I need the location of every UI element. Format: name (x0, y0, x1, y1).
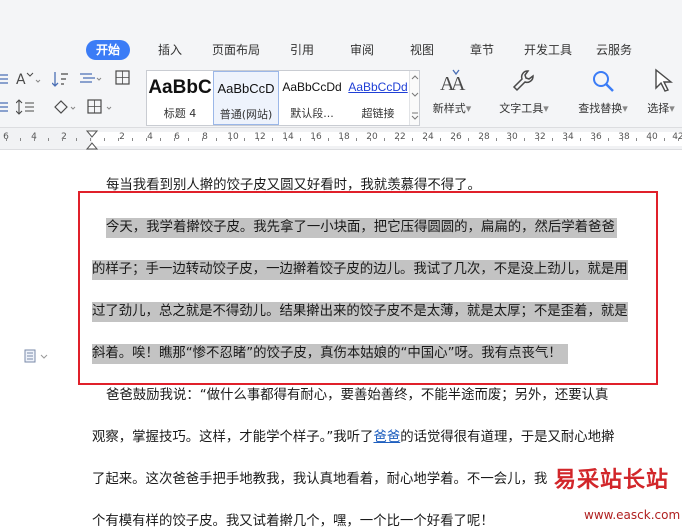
ruler-tick (146, 138, 147, 141)
svg-text:A: A (451, 73, 466, 94)
sort-icon[interactable] (52, 70, 70, 88)
ruler-tick (272, 138, 273, 141)
line-spacing-icon[interactable] (0, 72, 12, 86)
ruler-tick (678, 138, 679, 141)
tab-developer-tools[interactable]: 开发工具 (524, 40, 572, 60)
ruler-tick (34, 138, 35, 141)
horizontal-ruler[interactable]: 6 4 2 2 4 6 8 10 12 14 16 18 20 22 24 26… (0, 128, 682, 150)
ruler-tick (188, 138, 189, 141)
title-bar (0, 0, 682, 34)
ruler-tick (566, 138, 567, 141)
style-gallery-scrollbar[interactable] (409, 71, 419, 125)
tab-cloud-service[interactable]: 云服务 (596, 40, 632, 60)
new-style-button[interactable]: A A 新样式▾ (428, 68, 476, 116)
ruler-tick (328, 138, 329, 141)
ruler-tick (356, 138, 357, 141)
ruler-tick (104, 138, 105, 141)
ruler-tick (244, 138, 245, 141)
text-tools-button[interactable]: 文字工具▾ (494, 68, 554, 116)
paragraph-menu-icon[interactable] (24, 348, 50, 367)
ruler-tick (594, 138, 595, 141)
indent-icon[interactable] (0, 100, 12, 114)
ruler-tick (286, 138, 287, 141)
ruler-tick (664, 138, 665, 141)
watermark-url: www.easck.com (584, 508, 681, 522)
ruler-tick (510, 138, 511, 141)
ruler-tick (412, 138, 413, 141)
ruler-tick (48, 138, 49, 141)
ruler-tick (62, 138, 63, 141)
style-gallery: AaBbC 标题 4 AaBbCcD 普通(网站) AaBbCcDd 默认段..… (146, 70, 420, 126)
ruler-tick (426, 138, 427, 141)
tab-view[interactable]: 视图 (410, 40, 434, 60)
tab-sections[interactable]: 章节 (470, 40, 494, 60)
wrench-icon (512, 70, 534, 92)
style-hyperlink[interactable]: AaBbCcDd 超链接 (345, 71, 411, 125)
ruler-tick (496, 138, 497, 141)
tab-insert[interactable]: 插入 (158, 40, 182, 60)
tab-home[interactable]: 开始 (86, 40, 131, 60)
ruler-tick (216, 138, 217, 141)
ruler-tick (6, 138, 7, 141)
magnifier-icon (593, 71, 614, 92)
ruler-tick (384, 138, 385, 141)
ruler-tick (314, 138, 315, 141)
ruler-tick (258, 138, 259, 141)
ruler-tick (552, 138, 553, 141)
ruler-tick (230, 138, 231, 141)
tab-review[interactable]: 审阅 (350, 40, 374, 60)
ruler-tick (342, 138, 343, 141)
ruler-tick (118, 138, 119, 141)
tab-page-layout[interactable]: 页面布局 (212, 40, 260, 60)
ruler-tick (174, 138, 175, 141)
ruler-tick (650, 138, 651, 141)
style-default-paragraph[interactable]: AaBbCcDd 默认段... (279, 71, 345, 125)
ruler-tick (538, 138, 539, 141)
paragraph-line: 观察，掌握技巧。这样，才能学个样子。”我听了爸爸的话觉得很有道理，于是又耐心地擀 (92, 430, 615, 445)
paragraph-line: 个有模有样的饺子皮。我又试着擀几个，嘿，一个比一个好看了呢！ (92, 514, 494, 529)
ribbon-tabs: 开始 插入 页面布局 引用 审阅 视图 章节 开发工具 云服务 (0, 34, 682, 64)
change-case-icon[interactable]: A (16, 70, 42, 88)
distribute-align-icon[interactable] (80, 70, 106, 88)
ruler-tick (90, 138, 91, 141)
hyperlink[interactable]: 爸爸 (373, 430, 400, 445)
highlight-annotation-box (78, 191, 658, 385)
watermark-logo: 易采站长站 (554, 467, 670, 493)
find-replace-button[interactable]: 查找替换▾ (572, 68, 634, 116)
ruler-tick (468, 138, 469, 141)
select-button[interactable]: 选择▾ (640, 68, 682, 116)
svg-text:A: A (16, 72, 26, 88)
paragraph-spacing-icon[interactable] (16, 98, 42, 116)
border-icon[interactable] (114, 69, 132, 87)
table-border-icon[interactable] (86, 98, 116, 116)
style-normal-web[interactable]: AaBbCcD 普通(网站) (213, 71, 279, 125)
ruler-tick (398, 138, 399, 141)
new-style-icon: A A (440, 69, 466, 94)
paragraph-line: 了起来。这次爸爸手把手地教我，我认真地看着，耐心地学着。不一会儿，我 (92, 472, 548, 487)
ruler-tick (636, 138, 637, 141)
ruler-tick (482, 138, 483, 141)
paragraph-line: 爸爸鼓励我说：“做什么事都得有耐心，要善始善终，不能半途而废；另外，还要认真 (106, 388, 609, 403)
shading-fill-icon[interactable] (52, 98, 78, 116)
ruler-tick (160, 138, 161, 141)
tab-references[interactable]: 引用 (290, 40, 314, 60)
ruler-tick (454, 138, 455, 141)
style-heading-4[interactable]: AaBbC 标题 4 (147, 71, 213, 125)
ruler-tick (608, 138, 609, 141)
ruler-tick (622, 138, 623, 141)
ruler-tick (580, 138, 581, 141)
ruler-tick (76, 138, 77, 141)
ruler-tick (132, 138, 133, 141)
ruler-tick (524, 138, 525, 141)
cursor-arrow-icon (655, 68, 673, 92)
indent-marker-icon[interactable] (86, 130, 98, 150)
ribbon-toolbar: A AaBbC 标题 4 AaBbCcD 普通(网站) AaBbCcDd 默认段… (0, 64, 682, 128)
ruler-tick (202, 138, 203, 141)
ruler-tick (440, 138, 441, 141)
ruler-tick (20, 138, 21, 141)
ruler-tick (300, 138, 301, 141)
ruler-tick (370, 138, 371, 141)
